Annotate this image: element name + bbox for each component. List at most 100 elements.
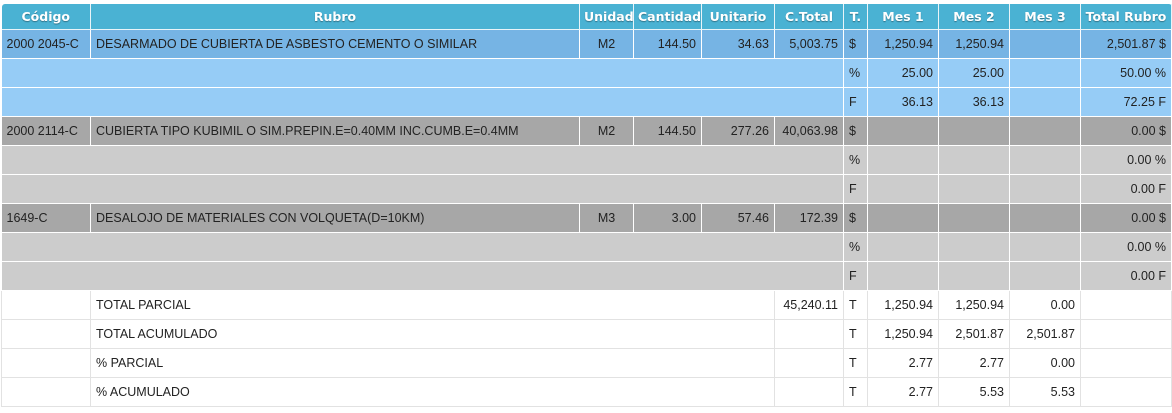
item-percent-mes-2[interactable] <box>938 145 1010 175</box>
total-ctotal: 45,240.11 <box>774 290 844 320</box>
item-physical-mes-1[interactable] <box>867 174 939 204</box>
item-rubro: DESALOJO DE MATERIALES CON VOLQUETA(D=10… <box>90 203 580 233</box>
column-header-total-rubro[interactable]: Total Rubro <box>1080 4 1172 30</box>
item-physical-mes-3[interactable] <box>1009 261 1081 291</box>
item-percent-mes-2[interactable]: 25.00 <box>938 58 1010 88</box>
column-header-mes-2[interactable]: Mes 2 <box>938 4 1010 30</box>
item-percent-mes-2[interactable] <box>938 232 1010 262</box>
item-percent-total: 50.00 % <box>1080 58 1172 88</box>
item-physical-spacer <box>1 174 844 204</box>
item-total-rubro: 2,501.87 $ <box>1080 29 1172 59</box>
cronograma-table: Código Rubro Unidad Cantidad Unitario C.… <box>1 4 1172 407</box>
total-label: % PARCIAL <box>90 348 775 378</box>
item-physical-mes-1[interactable]: 36.13 <box>867 87 939 117</box>
item-mes-3[interactable] <box>1009 116 1081 146</box>
item-rubro: DESARMADO DE CUBIERTA DE ASBESTO CEMENTO… <box>90 29 580 59</box>
item-mes-1[interactable]: 1,250.94 <box>867 29 939 59</box>
item-unitario: 277.26 <box>701 116 775 146</box>
item-physical-mes-2[interactable]: 36.13 <box>938 87 1010 117</box>
percent-acumulado-row: % ACUMULADO T 2.77 5.53 5.53 <box>1 377 1172 407</box>
column-header-unidad[interactable]: Unidad <box>579 4 634 30</box>
item-percent-type: % <box>843 145 868 175</box>
total-label: % ACUMULADO <box>90 377 775 407</box>
item-code: 1649-C <box>1 203 91 233</box>
total-rubro-blank <box>1080 348 1172 378</box>
total-type: T <box>843 377 868 407</box>
column-header-mes-1[interactable]: Mes 1 <box>867 4 939 30</box>
total-mes-3: 2,501.87 <box>1009 319 1081 349</box>
item-physical-spacer <box>1 261 844 291</box>
column-header-ctotal[interactable]: C.Total <box>774 4 844 30</box>
item-mes-3[interactable] <box>1009 29 1081 59</box>
total-mes-1: 2.77 <box>867 348 939 378</box>
total-mes-2: 5.53 <box>938 377 1010 407</box>
item-cantidad: 144.50 <box>633 29 702 59</box>
item-type: $ <box>843 29 868 59</box>
item-physical-row[interactable]: F 36.13 36.13 72.25 F <box>1 87 1172 117</box>
table-header-row: Código Rubro Unidad Cantidad Unitario C.… <box>1 4 1172 30</box>
item-percent-total: 0.00 % <box>1080 145 1172 175</box>
item-percent-mes-3[interactable] <box>1009 145 1081 175</box>
item-ctotal: 40,063.98 <box>774 116 844 146</box>
item-row[interactable]: 1649-C DESALOJO DE MATERIALES CON VOLQUE… <box>1 203 1172 233</box>
totals-blank-cell <box>1 348 91 378</box>
column-header-tipo[interactable]: T. <box>843 4 868 30</box>
item-mes-2[interactable] <box>938 116 1010 146</box>
item-percent-row[interactable]: % 25.00 25.00 50.00 % <box>1 58 1172 88</box>
total-parcial-row: TOTAL PARCIAL 45,240.11 T 1,250.94 1,250… <box>1 290 1172 320</box>
percent-parcial-row: % PARCIAL T 2.77 2.77 0.00 <box>1 348 1172 378</box>
item-physical-mes-2[interactable] <box>938 261 1010 291</box>
total-type: T <box>843 348 868 378</box>
item-ctotal: 5,003.75 <box>774 29 844 59</box>
total-mes-3: 5.53 <box>1009 377 1081 407</box>
item-rubro: CUBIERTA TIPO KUBIMIL O SIM.PREPIN.E=0.4… <box>90 116 580 146</box>
total-rubro-blank <box>1080 319 1172 349</box>
item-physical-row[interactable]: F 0.00 F <box>1 174 1172 204</box>
item-percent-row[interactable]: % 0.00 % <box>1 232 1172 262</box>
item-mes-1[interactable] <box>867 203 939 233</box>
item-total-rubro: 0.00 $ <box>1080 203 1172 233</box>
item-type: $ <box>843 116 868 146</box>
item-row[interactable]: 2000 2114-C CUBIERTA TIPO KUBIMIL O SIM.… <box>1 116 1172 146</box>
column-header-cantidad[interactable]: Cantidad <box>633 4 702 30</box>
item-unitario: 57.46 <box>701 203 775 233</box>
item-unidad: M3 <box>579 203 634 233</box>
item-physical-mes-1[interactable] <box>867 261 939 291</box>
item-physical-total: 0.00 F <box>1080 261 1172 291</box>
column-header-codigo[interactable]: Código <box>1 4 91 30</box>
item-percent-row[interactable]: % 0.00 % <box>1 145 1172 175</box>
item-mes-2[interactable] <box>938 203 1010 233</box>
totals-blank-cell <box>1 377 91 407</box>
item-unitario: 34.63 <box>701 29 775 59</box>
totals-blank-cell <box>1 290 91 320</box>
item-percent-mes-1[interactable] <box>867 232 939 262</box>
total-mes-3: 0.00 <box>1009 348 1081 378</box>
total-acumulado-row: TOTAL ACUMULADO T 1,250.94 2,501.87 2,50… <box>1 319 1172 349</box>
item-unidad: M2 <box>579 29 634 59</box>
item-percent-mes-3[interactable] <box>1009 58 1081 88</box>
item-percent-mes-1[interactable]: 25.00 <box>867 58 939 88</box>
total-type: T <box>843 290 868 320</box>
total-ctotal <box>774 319 844 349</box>
item-cantidad: 144.50 <box>633 116 702 146</box>
item-physical-type: F <box>843 261 868 291</box>
item-ctotal: 172.39 <box>774 203 844 233</box>
total-type: T <box>843 319 868 349</box>
item-physical-mes-2[interactable] <box>938 174 1010 204</box>
item-mes-3[interactable] <box>1009 203 1081 233</box>
item-physical-mes-3[interactable] <box>1009 174 1081 204</box>
item-cantidad: 3.00 <box>633 203 702 233</box>
item-mes-1[interactable] <box>867 116 939 146</box>
item-row[interactable]: 2000 2045-C DESARMADO DE CUBIERTA DE ASB… <box>1 29 1172 59</box>
item-percent-mes-3[interactable] <box>1009 232 1081 262</box>
item-percent-type: % <box>843 232 868 262</box>
column-header-mes-3[interactable]: Mes 3 <box>1009 4 1081 30</box>
item-mes-2[interactable]: 1,250.94 <box>938 29 1010 59</box>
total-mes-1: 1,250.94 <box>867 290 939 320</box>
column-header-rubro[interactable]: Rubro <box>90 4 580 30</box>
item-percent-mes-1[interactable] <box>867 145 939 175</box>
item-physical-row[interactable]: F 0.00 F <box>1 261 1172 291</box>
item-percent-spacer <box>1 145 844 175</box>
item-physical-mes-3[interactable] <box>1009 87 1081 117</box>
column-header-unitario[interactable]: Unitario <box>701 4 775 30</box>
